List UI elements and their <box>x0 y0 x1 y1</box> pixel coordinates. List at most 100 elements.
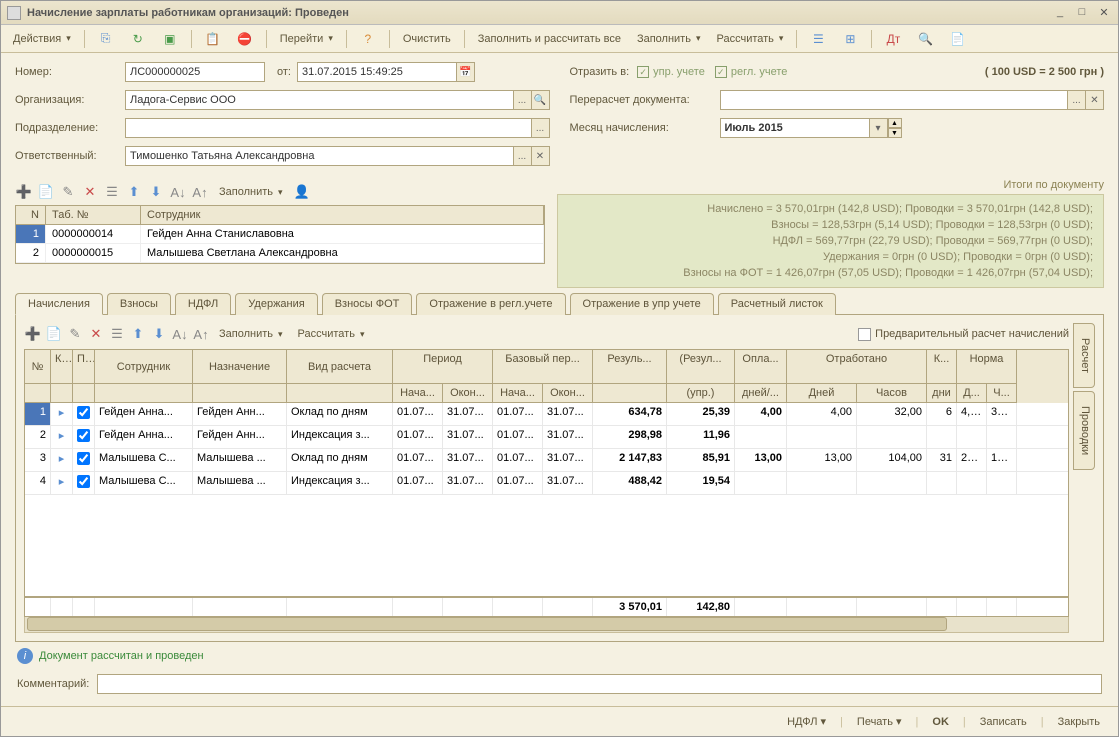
move-icon[interactable]: ☰ <box>103 183 121 201</box>
tb-icon-3[interactable]: ▣ <box>156 28 184 50</box>
calc-menu[interactable]: Рассчитать <box>711 28 790 50</box>
copy-icon[interactable]: 📄 <box>37 183 55 201</box>
tb-icon-8[interactable]: Дт <box>879 28 907 50</box>
dept-select-button[interactable]: ... <box>532 118 550 138</box>
ok-button[interactable]: OK <box>926 713 955 731</box>
goto-menu[interactable]: Перейти <box>274 28 339 50</box>
row-checkbox[interactable] <box>77 475 90 488</box>
row-checkbox[interactable] <box>77 429 90 442</box>
help-icon[interactable]: ? <box>354 28 382 50</box>
close-button[interactable]: Закрыть <box>1052 713 1106 731</box>
g-sort-asc-icon[interactable]: A↓ <box>171 325 189 343</box>
tab-regl[interactable]: Отражение в регл.учете <box>416 293 565 315</box>
sort-desc-icon[interactable]: A↑ <box>191 183 209 201</box>
g-copy-icon[interactable]: 📄 <box>45 325 63 343</box>
grid-fill-menu[interactable]: Заполнить <box>213 323 289 345</box>
org-label: Организация: <box>15 94 125 106</box>
window: Начисление зарплаты работникам организац… <box>0 0 1119 737</box>
month-input[interactable]: Июль 2015 <box>720 118 870 138</box>
g-add-icon[interactable]: ➕ <box>24 325 42 343</box>
clear-button[interactable]: Очистить <box>397 28 457 50</box>
down-icon[interactable]: ⬇ <box>147 183 165 201</box>
tab-ndfl[interactable]: НДФЛ <box>175 293 231 315</box>
number-input[interactable]: ЛС000000025 <box>125 62 265 82</box>
maximize-button[interactable]: □ <box>1074 6 1090 19</box>
tab-contributions[interactable]: Взносы <box>107 293 171 315</box>
tab-payslip[interactable]: Расчетный листок <box>718 293 836 315</box>
month-down[interactable]: ▼ <box>888 128 902 138</box>
grid-row[interactable]: 4▸Малышева С...Малышева ...Индексация з.… <box>25 472 1068 495</box>
col-n[interactable]: N <box>16 206 46 224</box>
fillcalc-button[interactable]: Заполнить и рассчитать все <box>472 28 627 50</box>
date-input[interactable]: 31.07.2015 15:49:25 <box>297 62 457 82</box>
row-checkbox[interactable] <box>77 452 90 465</box>
grid-row[interactable]: 3▸Малышева С...Малышева ...Оклад по дням… <box>25 449 1068 472</box>
fill-menu[interactable]: Заполнить <box>631 28 707 50</box>
side-tab-entries[interactable]: Проводки <box>1073 391 1095 470</box>
col-tab[interactable]: Таб. № <box>46 206 141 224</box>
g-delete-icon[interactable]: ✕ <box>87 325 105 343</box>
resp-input[interactable]: Тимошенко Татьяна Александровна <box>125 146 514 166</box>
tb-icon-2[interactable]: ↻ <box>124 28 152 50</box>
minimize-button[interactable]: _ <box>1052 6 1068 19</box>
dept-input[interactable] <box>125 118 532 138</box>
recalc-select-button[interactable]: ... <box>1068 90 1086 110</box>
date-picker-button[interactable]: 📅 <box>457 62 475 82</box>
upr-checkbox[interactable]: ✓упр. учете <box>637 66 705 78</box>
reflect-label: Отразить в: <box>570 66 630 78</box>
employee-row[interactable]: 20000000015Малышева Светлана Александров… <box>16 244 544 263</box>
horizontal-scrollbar[interactable] <box>24 617 1069 633</box>
g-move-icon[interactable]: ☰ <box>108 325 126 343</box>
month-dropdown[interactable]: ▾ <box>870 118 888 138</box>
g-edit-icon[interactable]: ✎ <box>66 325 84 343</box>
g-sort-desc-icon[interactable]: A↑ <box>192 325 210 343</box>
tb-icon-1[interactable]: ⎘ <box>92 28 120 50</box>
org-search-button[interactable]: 🔍 <box>532 90 550 110</box>
print-button[interactable]: Печать ▾ <box>851 712 908 731</box>
grid-calc-menu[interactable]: Рассчитать <box>292 323 371 345</box>
edit-icon[interactable]: ✎ <box>59 183 77 201</box>
grid-row[interactable]: 1▸Гейден Анна...Гейден Анн...Оклад по дн… <box>25 403 1068 426</box>
save-button[interactable]: Записать <box>974 713 1033 731</box>
recalc-input[interactable] <box>720 90 1069 110</box>
resp-select-button[interactable]: ... <box>514 146 532 166</box>
actions-menu[interactable]: Действия <box>7 28 77 50</box>
tb-icon-5[interactable]: ⛔ <box>231 28 259 50</box>
close-button[interactable]: ✕ <box>1096 6 1112 19</box>
tb-icon-6[interactable]: ☰ <box>804 28 832 50</box>
tb-icon-4[interactable]: 📋 <box>199 28 227 50</box>
org-input[interactable]: Ладога-Сервис ООО <box>125 90 514 110</box>
tb-icon-10[interactable]: 📄 <box>943 28 971 50</box>
info-icon: i <box>17 648 33 664</box>
employee-row[interactable]: 10000000014Гейден Анна Станиславовна <box>16 225 544 244</box>
tab-fot[interactable]: Взносы ФОТ <box>322 293 413 315</box>
emp-fill-menu[interactable]: Заполнить <box>213 181 289 203</box>
tab-accruals[interactable]: Начисления <box>15 293 103 315</box>
comment-label: Комментарий: <box>17 678 89 690</box>
grid-toolbar: ➕ 📄 ✎ ✕ ☰ ⬆ ⬇ A↓ A↑ Заполнить Рассчитать… <box>24 323 1069 345</box>
tb-icon-9[interactable]: 🔍 <box>911 28 939 50</box>
add-icon[interactable]: ➕ <box>15 183 33 201</box>
preliminary-label: Предварительный расчет начислений <box>875 328 1069 340</box>
up-icon[interactable]: ⬆ <box>125 183 143 201</box>
tab-upr[interactable]: Отражение в упр учете <box>570 293 714 315</box>
delete-icon[interactable]: ✕ <box>81 183 99 201</box>
g-down-icon[interactable]: ⬇ <box>150 325 168 343</box>
month-up[interactable]: ▲ <box>888 118 902 128</box>
grid-row[interactable]: 2▸Гейден Анна...Гейден Анн...Индексация … <box>25 426 1068 449</box>
ndfl-button[interactable]: НДФЛ ▾ <box>781 712 832 731</box>
regl-checkbox[interactable]: ✓регл. учете <box>715 66 788 78</box>
row-checkbox[interactable] <box>77 406 90 419</box>
sort-asc-icon[interactable]: A↓ <box>169 183 187 201</box>
col-emp[interactable]: Сотрудник <box>141 206 544 224</box>
side-tab-calc[interactable]: Расчет <box>1073 323 1095 388</box>
preliminary-checkbox[interactable] <box>858 328 871 341</box>
tb-icon-7[interactable]: ⊞ <box>836 28 864 50</box>
person-icon[interactable]: 👤 <box>293 183 311 201</box>
org-select-button[interactable]: ... <box>514 90 532 110</box>
tab-deductions[interactable]: Удержания <box>235 293 317 315</box>
comment-input[interactable] <box>97 674 1102 694</box>
g-up-icon[interactable]: ⬆ <box>129 325 147 343</box>
recalc-clear-button[interactable]: ✕ <box>1086 90 1104 110</box>
resp-clear-button[interactable]: ✕ <box>532 146 550 166</box>
